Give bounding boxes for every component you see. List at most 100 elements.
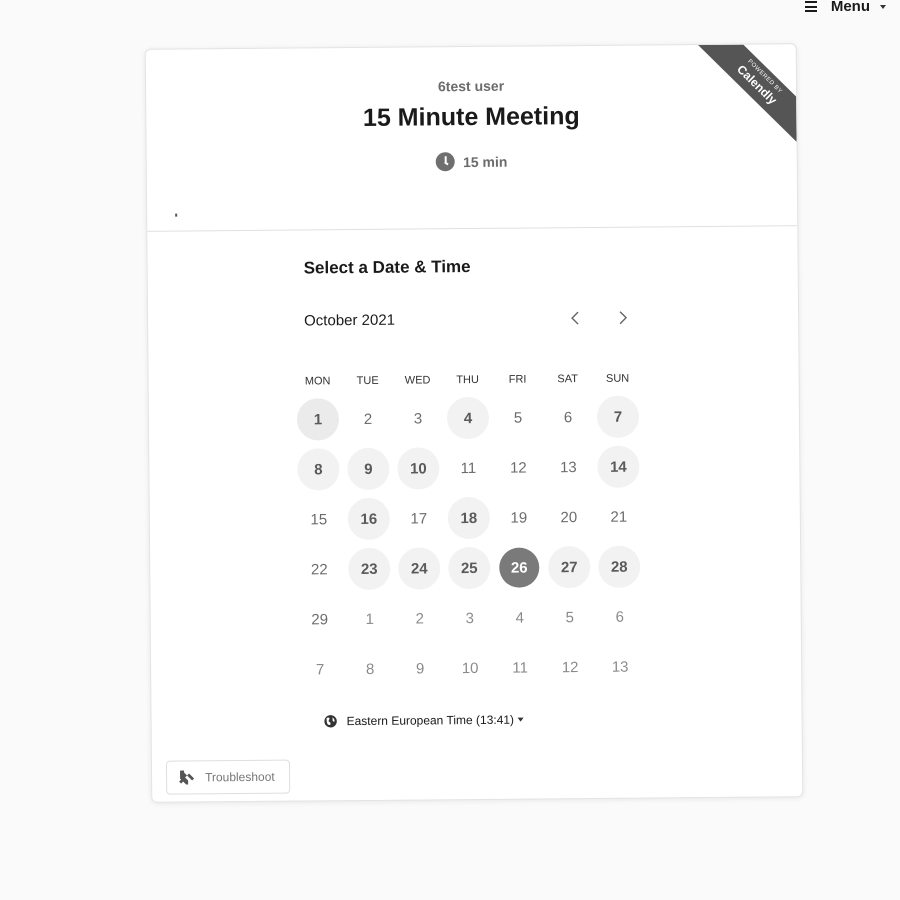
- caret-down-icon: [518, 717, 525, 722]
- stray-mark: [175, 213, 178, 217]
- day-number: 8: [297, 448, 340, 491]
- day-number: 13: [611, 658, 629, 676]
- calendar-day-available[interactable]: 18: [444, 493, 494, 543]
- day-number: 1: [365, 610, 374, 628]
- day-number: 14: [597, 445, 640, 488]
- day-number: 12: [561, 658, 579, 676]
- calendar-day-unavailable: 3: [393, 393, 443, 443]
- calendar-day-unavailable: 15: [294, 494, 344, 544]
- weekday-label: TUE: [356, 374, 379, 388]
- menu-label: Menu: [830, 0, 870, 15]
- day-number: 20: [560, 508, 578, 526]
- duration-label: 15 min: [462, 153, 508, 170]
- day-number: 12: [509, 459, 527, 477]
- powered-by-ribbon[interactable]: POWERED BY Calendly: [695, 44, 797, 146]
- prev-month-button[interactable]: [566, 309, 584, 327]
- day-number: 13: [559, 458, 577, 476]
- calendar-day-available[interactable]: 27: [544, 542, 594, 592]
- calendar-day-available[interactable]: 14: [593, 442, 643, 492]
- calendar-day-unavailable: 2: [343, 394, 393, 444]
- booking-card: POWERED BY Calendly 6test user 15 Minute…: [144, 43, 804, 803]
- chevron-right-icon: [619, 311, 628, 325]
- calendar-day-other-month: 8: [345, 644, 395, 694]
- booking-card-wrapper: POWERED BY Calendly 6test user 15 Minute…: [144, 43, 804, 803]
- calendar-day-available[interactable]: 23: [344, 544, 394, 594]
- calendar-day-other-month: 13: [595, 642, 645, 692]
- calendar-day-unavailable: 29: [294, 594, 344, 644]
- day-number: 2: [363, 410, 373, 428]
- day-number: 7: [315, 660, 325, 678]
- calendar-day-unavailable: 5: [493, 392, 543, 442]
- calendar-day-unavailable: 13: [543, 442, 593, 492]
- timezone-label: Eastern European Time (13:41): [346, 712, 515, 729]
- day-number: 15: [310, 510, 328, 528]
- day-number: 4: [446, 396, 490, 440]
- day-number: 29: [311, 610, 329, 628]
- calendar-day-unavailable: 17: [394, 493, 444, 543]
- day-number: 9: [347, 447, 390, 491]
- day-number: 7: [596, 395, 640, 438]
- calendar-grid: MON TUE WED THU FRI SAT SUN 1 2 3 4 5 6 7 8 9 10 11 12 13 1…: [293, 373, 646, 695]
- day-number: 3: [465, 609, 474, 627]
- weekday-label: WED: [404, 374, 431, 387]
- day-number: 1: [296, 398, 340, 441]
- calendar-day-unavailable: 19: [494, 492, 544, 542]
- day-number: 19: [510, 509, 528, 527]
- weekday-header-row: MON TUE WED THU FRI SAT SUN: [293, 373, 643, 388]
- weekday-label: SAT: [557, 373, 578, 386]
- day-number: 10: [461, 659, 479, 677]
- calendar-day-selected[interactable]: 26: [494, 542, 544, 592]
- calendar-day-available[interactable]: 9: [343, 444, 393, 494]
- calendar-day-other-month: 5: [544, 592, 594, 642]
- month-label: October 2021: [304, 311, 396, 329]
- day-number: 2: [415, 609, 424, 628]
- calendar-day-available[interactable]: 8: [293, 444, 343, 494]
- calendar-day-available[interactable]: 16: [344, 494, 394, 544]
- day-number: 17: [410, 509, 428, 528]
- calendar-day-available[interactable]: 4: [443, 393, 493, 443]
- timezone-selector[interactable]: Eastern European Time (13:41): [324, 713, 525, 729]
- calendar-day-unavailable: 11: [443, 443, 493, 493]
- date-picker-section: Select a Date & Time October 2021 MON TUE…: [296, 255, 665, 678]
- next-month-button[interactable]: [614, 309, 632, 327]
- calendar-day-available[interactable]: 25: [444, 543, 494, 593]
- wrench-icon: [179, 770, 195, 785]
- troubleshoot-label: Troubleshoot: [205, 769, 275, 785]
- day-number: 21: [610, 508, 628, 526]
- day-number: 24: [398, 547, 441, 590]
- calendar-day-unavailable: 22: [294, 544, 344, 594]
- day-number: 9: [415, 659, 425, 678]
- calendar-day-available[interactable]: 24: [394, 543, 444, 593]
- calendar-day-available[interactable]: 1: [293, 394, 343, 444]
- day-number: 23: [348, 547, 391, 591]
- chevron-left-icon: [571, 311, 579, 325]
- day-number: 11: [512, 659, 528, 677]
- caret-down-icon: [880, 4, 886, 9]
- menu-button[interactable]: Menu: [804, 0, 886, 15]
- day-number: 26: [499, 547, 540, 588]
- clock-icon: [435, 152, 456, 172]
- calendar-day-unavailable: 21: [594, 492, 644, 542]
- calendar-day-other-month: 7: [295, 644, 345, 694]
- weekday-label: FRI: [508, 373, 527, 386]
- day-number: 8: [365, 660, 375, 678]
- calendar-day-other-month: 12: [545, 642, 595, 692]
- day-number: 5: [565, 608, 574, 626]
- calendar-day-other-month: 6: [594, 592, 644, 642]
- day-number: 27: [548, 545, 591, 589]
- calendar-day-available[interactable]: 7: [593, 392, 643, 442]
- calendar-day-other-month: 9: [395, 643, 445, 693]
- calendly-badge: POWERED BY Calendly: [695, 44, 797, 146]
- calendar-day-other-month: 10: [445, 643, 495, 693]
- calendar-day-available[interactable]: 10: [393, 443, 443, 493]
- weekday-label: THU: [456, 373, 479, 387]
- top-bar: Menu: [780, 0, 900, 20]
- calendar-day-other-month: 2: [394, 593, 444, 643]
- header-divider: [147, 225, 798, 232]
- calendar-day-other-month: 1: [344, 594, 394, 644]
- calendar-day-other-month: 4: [494, 592, 544, 642]
- day-number: 6: [563, 408, 573, 426]
- troubleshoot-button[interactable]: Troubleshoot: [165, 759, 291, 795]
- event-duration: 15 min: [147, 149, 797, 174]
- calendar-day-available[interactable]: 28: [594, 542, 644, 592]
